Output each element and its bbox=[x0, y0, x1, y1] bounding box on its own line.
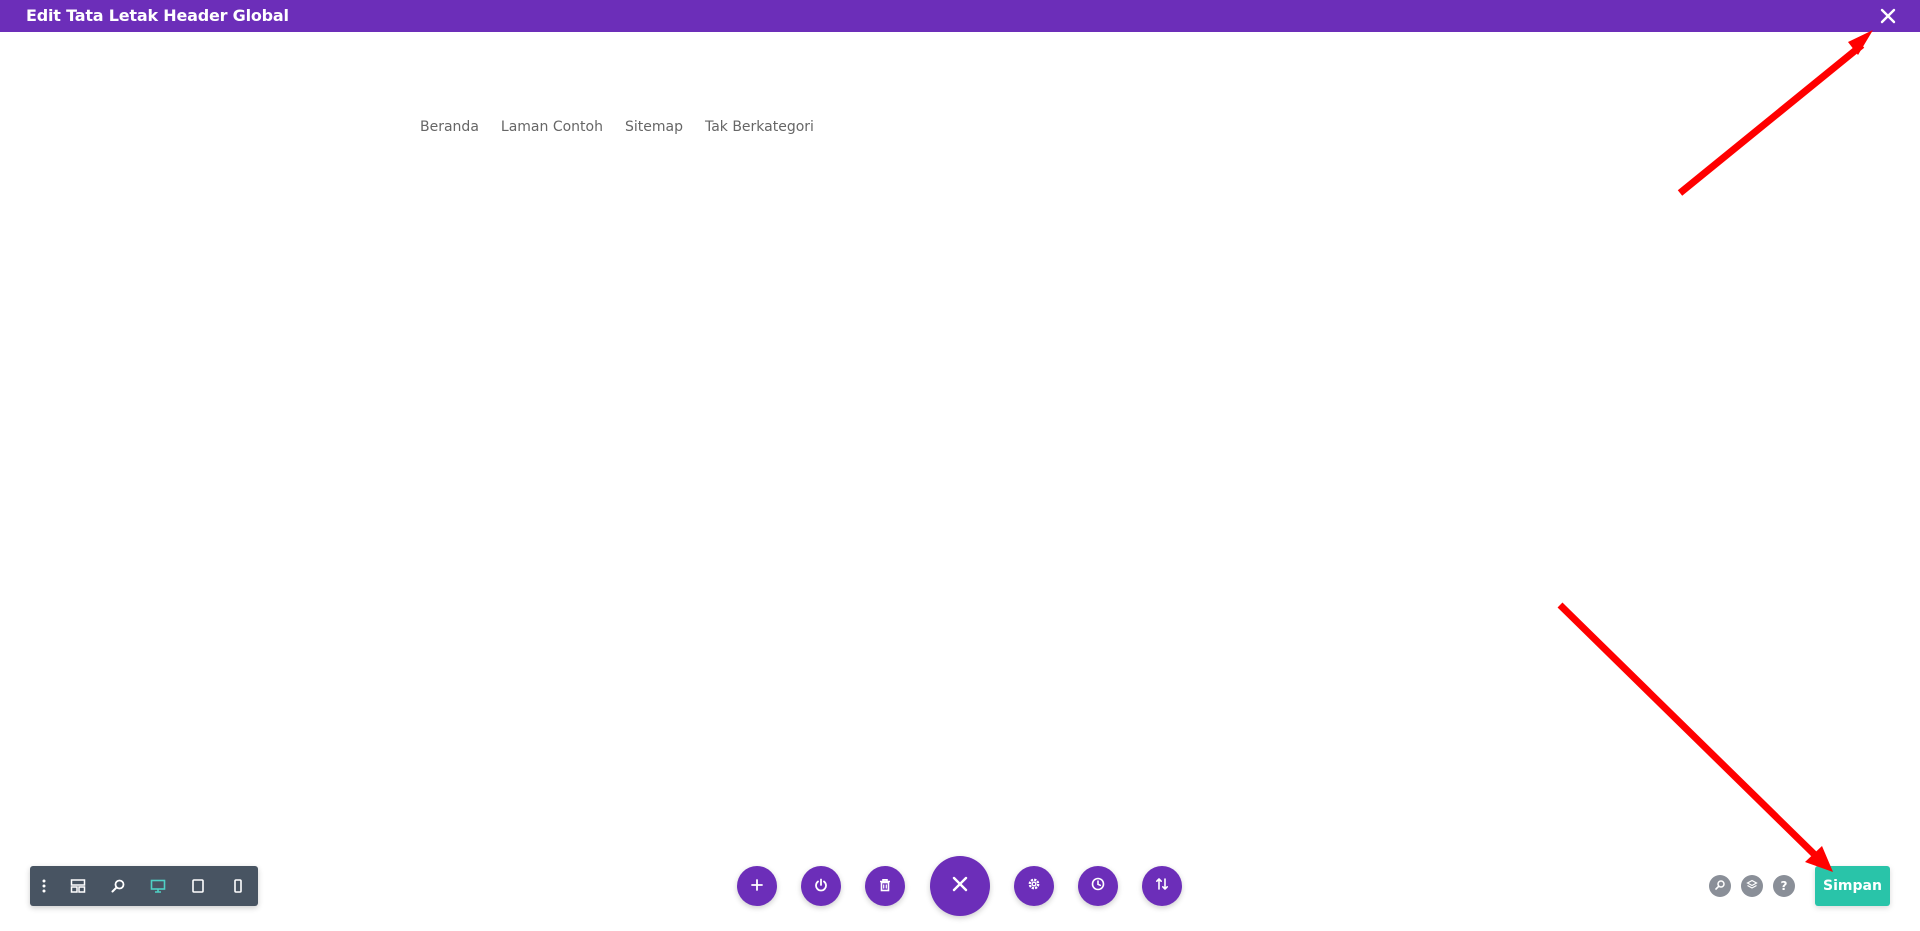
search-icon bbox=[1714, 879, 1726, 894]
power-icon bbox=[814, 877, 828, 896]
layers-button[interactable] bbox=[1741, 875, 1763, 897]
annotation-arrowhead-close bbox=[1848, 30, 1873, 55]
trash-icon bbox=[878, 877, 892, 896]
desktop-icon[interactable] bbox=[138, 866, 178, 906]
history-button[interactable] bbox=[1078, 866, 1118, 906]
wireframe-icon[interactable] bbox=[58, 866, 98, 906]
header-menu: Beranda Laman Contoh Sitemap Tak Berkate… bbox=[420, 118, 836, 136]
editor-title-bar: Edit Tata Letak Header Global bbox=[0, 0, 1920, 32]
plus-icon bbox=[750, 877, 764, 896]
settings-button[interactable] bbox=[1014, 866, 1054, 906]
close-icon[interactable] bbox=[1878, 6, 1898, 26]
annotation-arrows bbox=[1557, 30, 1873, 872]
menu-item-tak-berkategori[interactable]: Tak Berkategori bbox=[705, 118, 814, 136]
menu-item-beranda[interactable]: Beranda bbox=[420, 118, 479, 136]
disable-button[interactable] bbox=[801, 866, 841, 906]
gear-icon bbox=[1026, 876, 1042, 896]
phone-icon[interactable] bbox=[218, 866, 258, 906]
zoom-icon[interactable] bbox=[98, 866, 138, 906]
portability-button[interactable] bbox=[1142, 866, 1182, 906]
tablet-icon[interactable] bbox=[178, 866, 218, 906]
annotation-arrow-save bbox=[1557, 602, 1818, 858]
page-title: Edit Tata Letak Header Global bbox=[26, 6, 289, 25]
close-icon bbox=[950, 874, 970, 898]
annotation-arrow-close bbox=[1677, 42, 1865, 196]
delete-button[interactable] bbox=[865, 866, 905, 906]
layers-icon bbox=[1746, 879, 1758, 894]
search-button[interactable] bbox=[1709, 875, 1731, 897]
history-icon bbox=[1090, 876, 1106, 896]
sort-icon bbox=[1154, 876, 1170, 896]
menu-item-laman-contoh[interactable]: Laman Contoh bbox=[501, 118, 603, 136]
exit-builder-button[interactable] bbox=[930, 856, 990, 916]
more-vertical-icon[interactable] bbox=[30, 866, 58, 906]
help-button[interactable]: ? bbox=[1773, 875, 1795, 897]
view-mode-toolbar bbox=[30, 866, 258, 906]
save-button[interactable]: Simpan bbox=[1815, 866, 1890, 906]
help-icon: ? bbox=[1780, 879, 1788, 893]
menu-item-sitemap[interactable]: Sitemap bbox=[625, 118, 683, 136]
add-button[interactable] bbox=[737, 866, 777, 906]
